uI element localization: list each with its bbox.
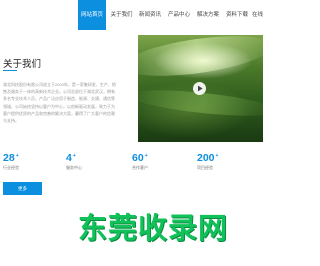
nav-item-solutions[interactable]: 解决方案 — [194, 0, 222, 30]
more-button[interactable]: 更多 — [3, 182, 42, 195]
stat-experience: 28+ 行业经验 — [3, 152, 19, 171]
stat-number: 200+ — [197, 152, 219, 164]
nav-item-downloads[interactable]: 资料下载 — [223, 0, 251, 30]
title-underline — [3, 70, 17, 71]
watermark-text: 东莞收录网 — [78, 211, 229, 245]
nav-item-home[interactable]: 网站首页 — [78, 0, 106, 30]
play-icon[interactable] — [193, 82, 206, 95]
nav-item-products[interactable]: 产品中心 — [165, 0, 193, 30]
stat-number: 60+ — [132, 152, 148, 164]
about-title: 关于我们 — [3, 59, 42, 70]
stat-service-centers: 4+ 服务中心 — [66, 152, 82, 171]
stat-number: 28+ — [3, 152, 19, 164]
stat-label: 项目经验 — [197, 165, 213, 170]
nav-item-online[interactable]: 在线 — [252, 0, 263, 30]
hero-leaf-highlight — [138, 35, 263, 84]
nav-item-news[interactable]: 新闻资讯 — [136, 0, 164, 30]
top-nav: 网站首页 关于我们 新闻资讯 产品中心 解决方案 资料下载 在线 — [0, 0, 263, 30]
about-description: 湖北科技股份有限公司成立于2003年，是一家集研发、生产、销售及服务于一体的高新… — [3, 82, 116, 124]
stat-label: 合作客户 — [132, 165, 148, 170]
nav-item-about[interactable]: 关于我们 — [108, 0, 135, 30]
stat-number: 4+ — [66, 152, 76, 164]
play-triangle-icon — [198, 85, 203, 92]
stat-label: 服务中心 — [66, 165, 82, 170]
stat-clients: 60+ 合作客户 — [132, 152, 148, 171]
stat-projects: 200+ 项目经验 — [197, 152, 218, 171]
stat-label: 行业经验 — [3, 165, 19, 170]
